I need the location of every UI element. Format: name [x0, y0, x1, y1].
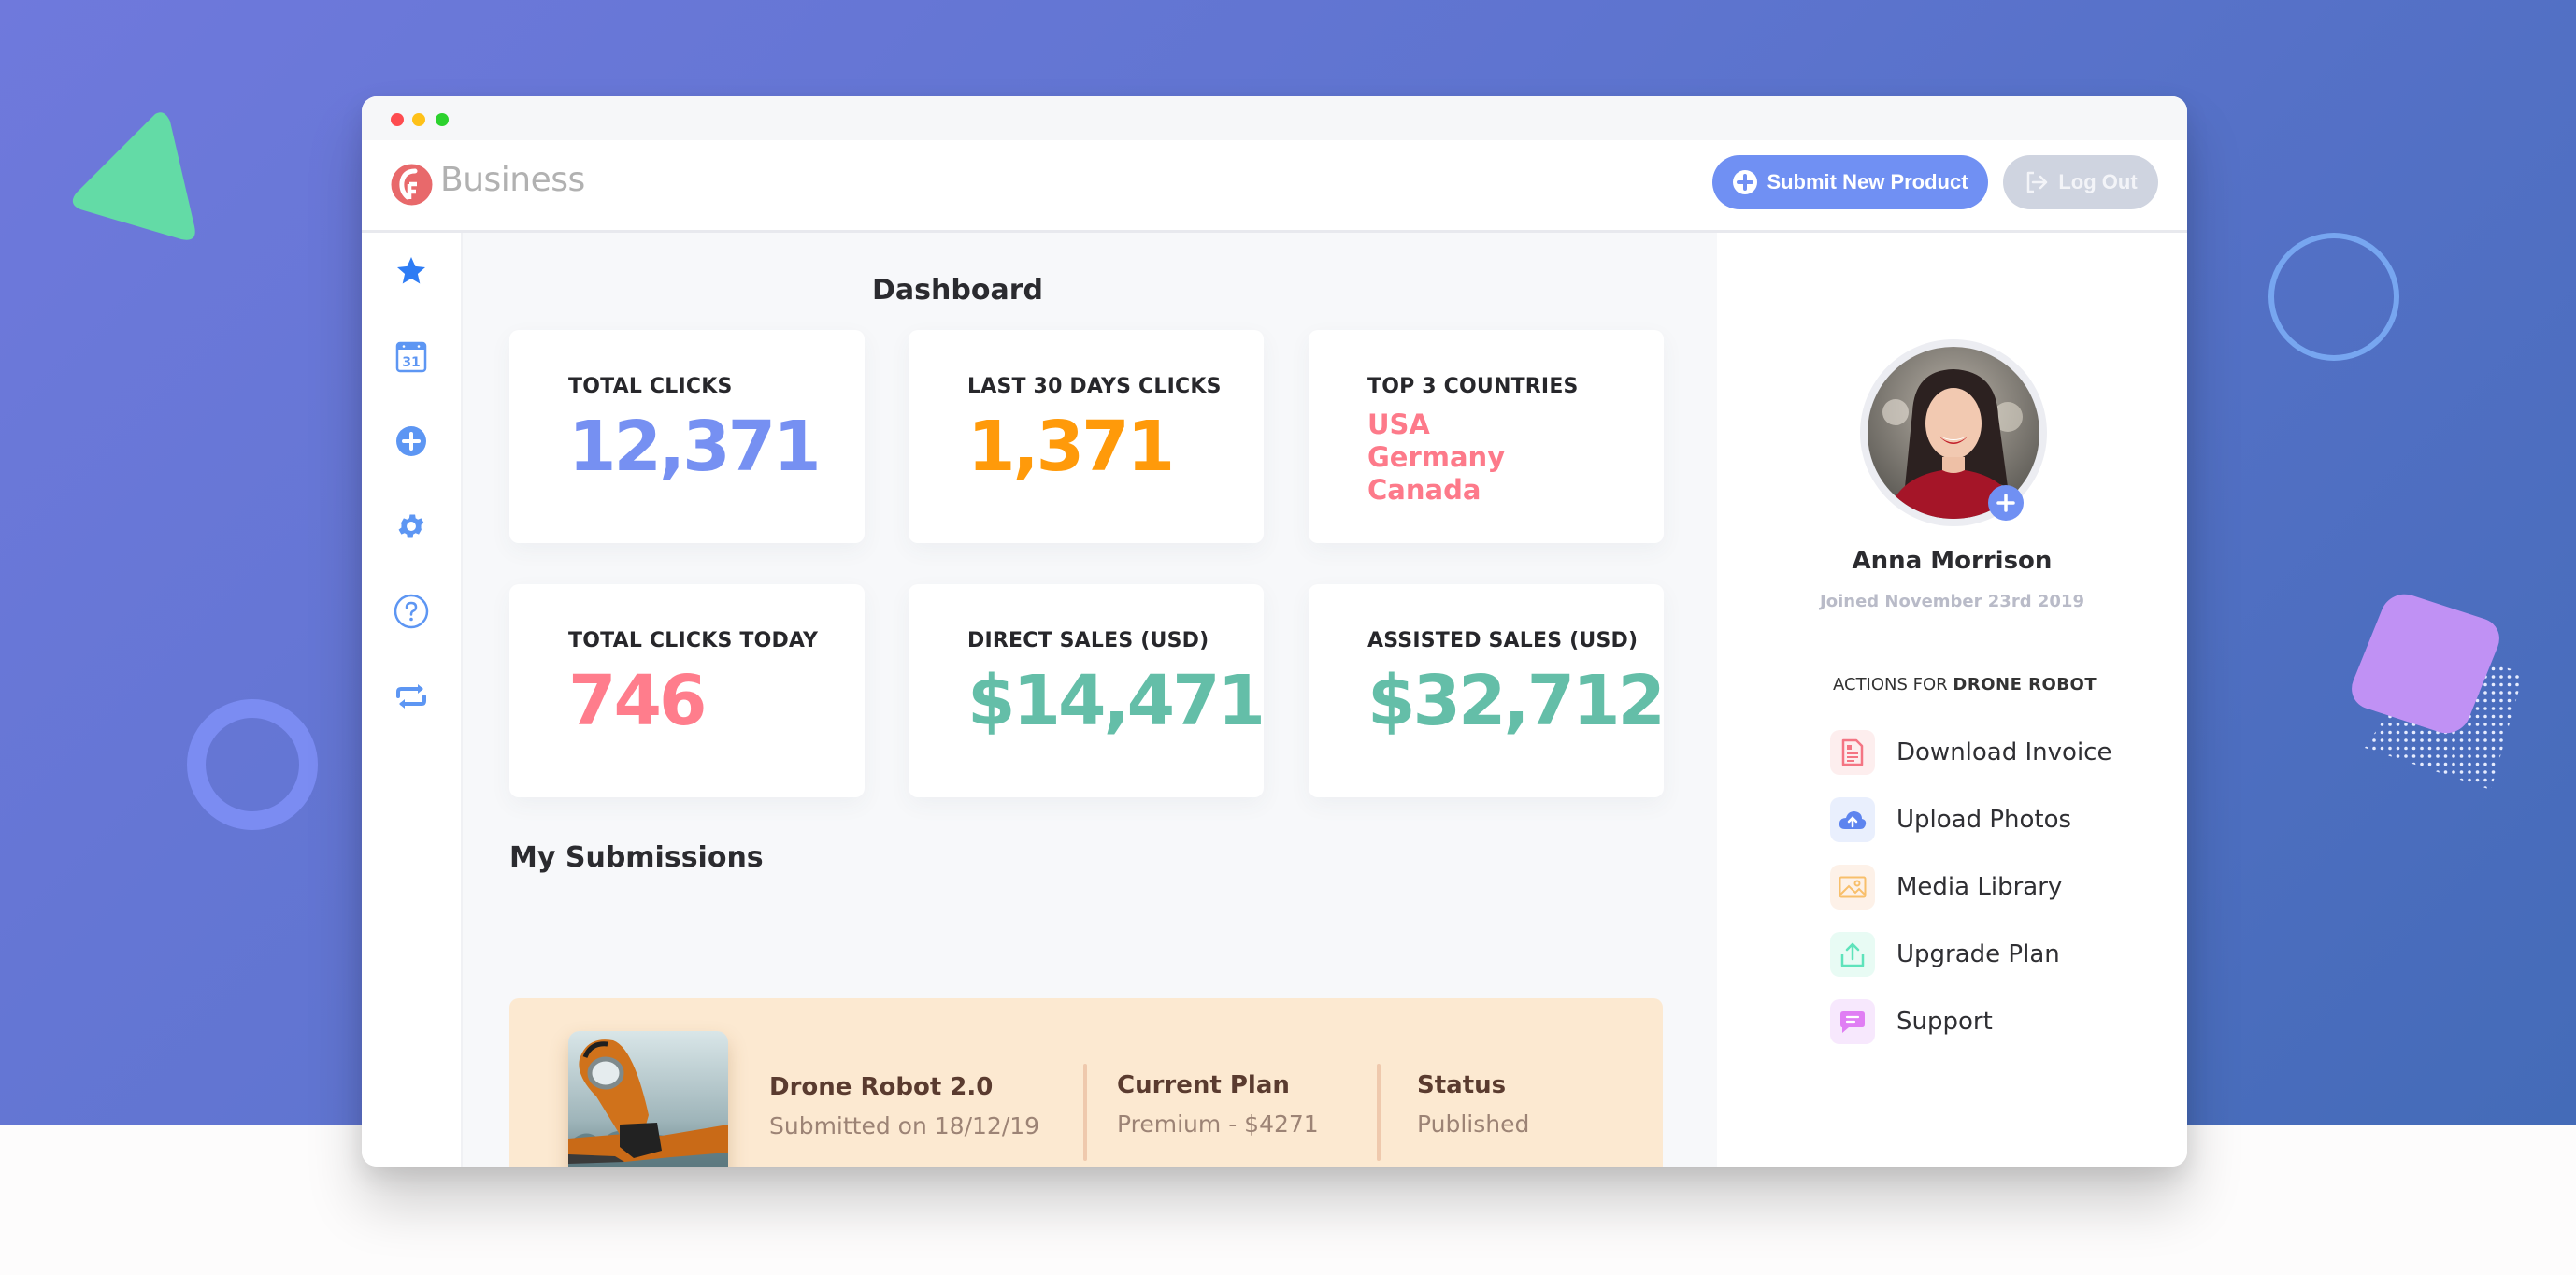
sidebar-item-add[interactable]: [394, 423, 429, 459]
log-out-button[interactable]: Log Out: [2003, 155, 2158, 209]
status-value: Published: [1417, 1110, 1530, 1138]
plan-value: Premium - $4271: [1117, 1110, 1319, 1138]
stat-card-last-30-days-clicks: LAST 30 DAYS CLICKS 1,371: [909, 330, 1264, 543]
title-bar: [362, 96, 2187, 140]
submit-new-product-label: Submit New Product: [1767, 170, 1968, 193]
minimize-window-button[interactable]: [412, 113, 425, 126]
countries-list: USA Germany Canada: [1367, 408, 1505, 507]
star-icon: [397, 257, 425, 284]
stat-value: $14,471: [967, 661, 1266, 741]
profile-joined-date: Joined November 23rd 2019: [1820, 592, 2084, 611]
stat-card-direct-sales: DIRECT SALES (USD) $14,471: [909, 584, 1266, 797]
action-label: Download Invoice: [1896, 738, 2112, 766]
stat-label: LAST 30 DAYS CLICKS: [967, 375, 1222, 398]
change-avatar-button[interactable]: [1988, 485, 2024, 521]
submission-item[interactable]: Drone Robot 2.0 Submitted on 18/12/19 Cu…: [509, 998, 1663, 1167]
action-upload-photos[interactable]: Upload Photos: [1830, 797, 2071, 842]
action-support[interactable]: Support: [1830, 999, 1993, 1044]
sidebar-item-settings[interactable]: [394, 509, 429, 544]
profile-panel: Anna Morrison Joined November 23rd 2019 …: [1717, 233, 2187, 1167]
sidebar-item-calendar[interactable]: 31: [394, 338, 429, 374]
close-window-button[interactable]: [391, 113, 404, 126]
sidebar-item-favorites[interactable]: [394, 253, 429, 289]
share-upload-icon: [1830, 932, 1875, 977]
product-name: Drone Robot 2.0: [769, 1073, 994, 1101]
action-label: Upgrade Plan: [1896, 940, 2060, 968]
stat-value: 1,371: [967, 407, 1175, 487]
app-window: Business Submit New Product Log Out 31 D…: [362, 96, 2187, 1167]
column-divider: [1083, 1064, 1087, 1161]
chat-icon: [1830, 999, 1875, 1044]
maximize-window-button[interactable]: [436, 113, 449, 126]
sidebar-nav: 31: [362, 233, 463, 1167]
actions-heading-prefix: ACTIONS FOR: [1833, 675, 1953, 695]
app-header: Business Submit New Product Log Out: [362, 140, 2187, 233]
decorative-triangle: [72, 112, 195, 240]
country-item: Germany: [1367, 441, 1506, 473]
submission-product: Drone Robot 2.0 Submitted on 18/12/19: [769, 1073, 1039, 1139]
page-title: Dashboard: [872, 274, 1043, 307]
plus-circle-icon: [1733, 170, 1758, 194]
column-divider: [1377, 1064, 1381, 1161]
plus-icon: [1996, 494, 2015, 512]
status-label: Status: [1417, 1071, 1507, 1099]
stat-label: TOTAL CLICKS: [568, 375, 733, 398]
actions-heading: ACTIONS FOR DRONE ROBOT: [1833, 675, 2097, 695]
stat-label: TOP 3 COUNTRIES: [1367, 375, 1579, 398]
submissions-title: My Submissions: [509, 841, 764, 874]
help-circle-icon: [394, 594, 429, 629]
stat-card-total-clicks-today: TOTAL CLICKS TODAY 746: [509, 584, 865, 797]
cloud-upload-icon: [1830, 797, 1875, 842]
gear-icon: [398, 514, 424, 538]
action-label: Support: [1896, 1008, 1993, 1036]
sidebar-item-sync[interactable]: [394, 679, 429, 714]
calendar-icon: 31: [395, 341, 427, 373]
action-upgrade-plan[interactable]: Upgrade Plan: [1830, 932, 2060, 977]
stat-card-total-clicks: TOTAL CLICKS 12,371: [509, 330, 865, 543]
drone-robot-image: [568, 1031, 728, 1167]
action-download-invoice[interactable]: Download Invoice: [1830, 730, 2111, 775]
country-item: Canada: [1367, 474, 1481, 506]
submission-plan: Current Plan Premium - $4271: [1117, 1071, 1319, 1138]
image-icon: [1830, 865, 1875, 910]
submitted-date: Submitted on 18/12/19: [769, 1112, 1040, 1139]
stat-label: TOTAL CLICKS TODAY: [568, 629, 819, 652]
brand-name: Business: [440, 161, 585, 199]
stat-value: 746: [568, 661, 707, 741]
invoice-icon: [1830, 730, 1875, 775]
stat-label: DIRECT SALES (USD): [967, 629, 1209, 652]
submit-new-product-button[interactable]: Submit New Product: [1712, 155, 1988, 209]
stat-value: $32,712: [1367, 661, 1666, 741]
decorative-ring-left: [187, 699, 318, 830]
action-media-library[interactable]: Media Library: [1830, 865, 2062, 910]
profile-name: Anna Morrison: [1852, 547, 2053, 575]
log-out-label: Log Out: [2058, 170, 2138, 193]
product-thumbnail[interactable]: [568, 1031, 728, 1167]
plus-circle-icon: [396, 426, 426, 456]
stat-value: 12,371: [568, 407, 822, 487]
sidebar-item-help[interactable]: [394, 594, 429, 629]
svg-text:31: 31: [402, 355, 420, 370]
plan-label: Current Plan: [1117, 1071, 1290, 1099]
action-label: Upload Photos: [1896, 806, 2072, 834]
country-item: USA: [1367, 408, 1430, 440]
repeat-icon: [396, 684, 426, 709]
brand-logo-icon[interactable]: [391, 164, 433, 206]
stat-card-top-countries: TOP 3 COUNTRIES USA Germany Canada: [1309, 330, 1664, 543]
action-label: Media Library: [1896, 873, 2063, 901]
actions-heading-product: DRONE ROBOT: [1953, 675, 2097, 695]
decorative-ring-right: [2268, 233, 2399, 361]
submission-status: Status Published: [1417, 1071, 1529, 1138]
stat-label: ASSISTED SALES (USD): [1367, 629, 1639, 652]
stat-card-assisted-sales: ASSISTED SALES (USD) $32,712: [1309, 584, 1666, 797]
main-content: Dashboard TOTAL CLICKS 12,371 LAST 30 DA…: [463, 233, 1717, 1167]
logout-icon: [2027, 171, 2048, 193]
